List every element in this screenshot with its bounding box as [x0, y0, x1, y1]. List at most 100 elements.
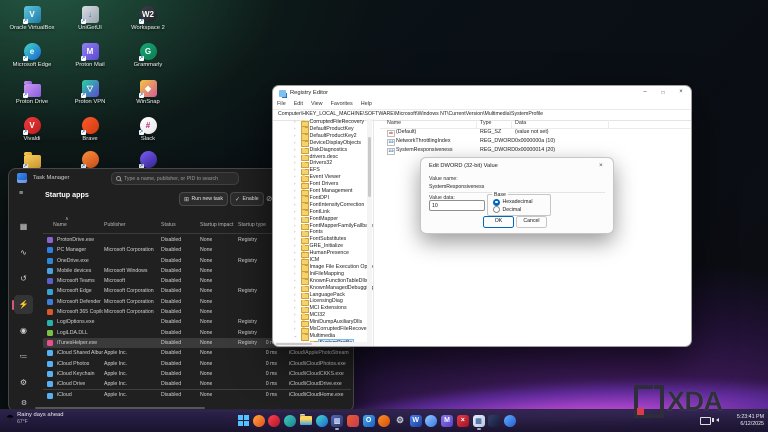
- reg-tree-vertical-scrollbar[interactable]: [367, 119, 372, 346]
- minimize-button[interactable]: –: [639, 89, 651, 95]
- taskbar-copilot-icon[interactable]: [424, 414, 438, 428]
- chevron-collapsed-icon[interactable]: ›: [294, 229, 296, 236]
- chevron-collapsed-icon[interactable]: ›: [294, 174, 296, 181]
- chevron-collapsed-icon[interactable]: ›: [294, 202, 296, 209]
- tm-nav-details[interactable]: ≔: [14, 347, 33, 366]
- taskbar-game-app-icon[interactable]: [487, 414, 501, 428]
- enable-button[interactable]: ✓ Enable: [230, 192, 264, 206]
- chevron-collapsed-icon[interactable]: ›: [294, 298, 296, 305]
- menu-help[interactable]: Help: [357, 100, 376, 107]
- tm-nav-app-history[interactable]: ↺: [14, 269, 33, 288]
- tm-nav-users[interactable]: ◉: [14, 321, 33, 340]
- chevron-collapsed-icon[interactable]: ›: [294, 140, 296, 147]
- taskbar-clock[interactable]: 5:23:41 PM 6/12/2025: [737, 414, 764, 428]
- chevron-collapsed-icon[interactable]: ›: [294, 264, 296, 271]
- desktop-icon-proton-mail[interactable]: M↗Proton Mail: [62, 43, 118, 68]
- ok-button[interactable]: OK: [483, 216, 514, 228]
- chevron-collapsed-icon[interactable]: ›: [294, 326, 296, 333]
- chevron-collapsed-icon[interactable]: ›: [294, 181, 296, 188]
- chevron-collapsed-icon[interactable]: ›: [294, 223, 296, 230]
- desktop-icon-slack[interactable]: #↗Slack: [120, 117, 176, 142]
- column-publisher[interactable]: Publisher: [104, 222, 126, 228]
- desktop-icon-virtualbox[interactable]: V↗Oracle VirtualBox: [4, 6, 60, 31]
- taskbar-task-manager-icon[interactable]: ▥: [330, 414, 344, 428]
- taskbar-file-explorer-icon[interactable]: [299, 414, 313, 428]
- column-name[interactable]: Name: [53, 222, 67, 228]
- taskbar-start-icon[interactable]: [236, 414, 250, 428]
- menu-view[interactable]: View: [307, 100, 327, 107]
- taskbar-proton-mail-icon[interactable]: M: [440, 414, 454, 428]
- startup-app-row[interactable]: iCloud KeychainApple Inc.DisabledNone0 m…: [43, 369, 351, 379]
- value-data-field[interactable]: [429, 200, 485, 211]
- dialog-close-icon[interactable]: ×: [599, 162, 603, 169]
- scrollbar-thumb[interactable]: [276, 343, 312, 345]
- taskbar-office-icon[interactable]: [346, 414, 360, 428]
- startup-app-row[interactable]: iCloud PhotosApple Inc.DisabledNone0 msi…: [43, 359, 351, 369]
- volume-icon[interactable]: [714, 418, 719, 422]
- taskbar-settings-icon[interactable]: ⚙: [393, 414, 407, 428]
- maximize-button[interactable]: □: [657, 90, 669, 96]
- chevron-collapsed-icon[interactable]: ›: [294, 119, 296, 126]
- value-data-input[interactable]: [430, 201, 486, 210]
- taskbar-photos-icon[interactable]: [503, 414, 517, 428]
- registry-value-row[interactable]: 110SystemResponsivenessREG_DWORD0x000000…: [380, 146, 691, 155]
- taskbar-orange-ring-app-icon[interactable]: [377, 414, 391, 428]
- decimal-radio[interactable]: Decimal: [493, 206, 521, 213]
- taskbar-outlook-icon[interactable]: O: [362, 414, 376, 428]
- chevron-collapsed-icon[interactable]: ›: [294, 271, 296, 278]
- chevron-collapsed-icon[interactable]: ›: [294, 257, 296, 264]
- startup-app-row[interactable]: iCloud Shared AlbumsApple Inc.DisabledNo…: [43, 348, 351, 358]
- menu-favorites[interactable]: Favorites: [327, 100, 357, 107]
- desktop-icon-winsnap[interactable]: ◆↗WinSnap: [120, 80, 176, 105]
- tm-nav-processes[interactable]: ▦: [14, 217, 33, 236]
- taskbar-firefox-icon[interactable]: [252, 414, 266, 428]
- cancel-button[interactable]: Cancel: [516, 216, 547, 228]
- chevron-expanded-icon[interactable]: ›: [291, 336, 298, 338]
- chevron-collapsed-icon[interactable]: ›: [294, 292, 296, 299]
- chevron-collapsed-icon[interactable]: ›: [294, 133, 296, 140]
- values-column-type[interactable]: Type: [480, 120, 491, 126]
- desktop-icon-proton-vpn[interactable]: ▽↗Proton VPN: [62, 80, 118, 105]
- column-startup-type[interactable]: Startup type: [238, 222, 266, 228]
- hexadecimal-radio[interactable]: Hexadecimal: [493, 199, 533, 206]
- registry-value-row[interactable]: ab(Default)REG_SZ(value not set): [380, 128, 691, 137]
- reg-titlebar[interactable]: Registry Editor – □ ×: [273, 86, 691, 100]
- tm-nav-services[interactable]: ⚙: [14, 373, 33, 392]
- taskbar-red-media-app-icon[interactable]: [267, 414, 281, 428]
- chevron-collapsed-icon[interactable]: ›: [294, 243, 296, 250]
- run-new-task-button[interactable]: ⊞ Run new task: [179, 192, 228, 206]
- chevron-collapsed-icon[interactable]: ›: [294, 305, 296, 312]
- taskbar-teal-app-icon[interactable]: [283, 414, 297, 428]
- tm-nav-startup-apps[interactable]: ⚡: [14, 295, 33, 314]
- chevron-collapsed-icon[interactable]: ›: [294, 195, 296, 202]
- menu-edit[interactable]: Edit: [290, 100, 307, 107]
- registry-value-row[interactable]: 110NetworkThrottlingIndexREG_DWORD0x0000…: [380, 137, 691, 146]
- desktop-icon-vivaldi[interactable]: V↗Vivaldi: [4, 117, 60, 142]
- tm-search-input[interactable]: [124, 176, 234, 182]
- taskbar-word-icon[interactable]: W: [409, 414, 423, 428]
- startup-app-row[interactable]: iCloud DriveApple Inc.DisabledNone0 msiC…: [43, 379, 351, 389]
- network-icon[interactable]: [700, 417, 711, 425]
- desktop-icon-microsoft-edge[interactable]: e↗Microsoft Edge: [4, 43, 60, 68]
- chevron-collapsed-icon[interactable]: ›: [294, 278, 296, 285]
- menu-icon[interactable]: ≡: [19, 190, 23, 197]
- chevron-collapsed-icon[interactable]: ›: [294, 236, 296, 243]
- chevron-collapsed-icon[interactable]: ›: [294, 188, 296, 195]
- chevron-collapsed-icon[interactable]: ›: [294, 285, 296, 292]
- chevron-collapsed-icon[interactable]: ›: [294, 209, 296, 216]
- weather-widget[interactable]: ☂ Rainy days ahead 67°F: [6, 412, 63, 425]
- chevron-collapsed-icon[interactable]: ›: [294, 216, 296, 223]
- chevron-collapsed-icon[interactable]: ›: [294, 250, 296, 257]
- desktop-icon-workspace-2[interactable]: W2↗Workspace 2: [120, 6, 176, 31]
- reg-tree-horizontal-scrollbar[interactable]: [273, 342, 367, 346]
- chevron-collapsed-icon[interactable]: ›: [294, 147, 296, 154]
- tm-search-box[interactable]: [111, 172, 239, 185]
- startup-app-row[interactable]: iCloudApple Inc.DisabledNone0 msiCloud\i…: [43, 389, 351, 400]
- chevron-collapsed-icon[interactable]: ›: [294, 154, 296, 161]
- chevron-collapsed-icon[interactable]: ›: [294, 312, 296, 319]
- column-status[interactable]: Status: [161, 222, 176, 228]
- chevron-collapsed-icon[interactable]: ›: [294, 167, 296, 174]
- scrollbar-thumb[interactable]: [368, 137, 371, 197]
- values-column-name[interactable]: Name: [387, 120, 401, 126]
- chevron-collapsed-icon[interactable]: ›: [294, 160, 296, 167]
